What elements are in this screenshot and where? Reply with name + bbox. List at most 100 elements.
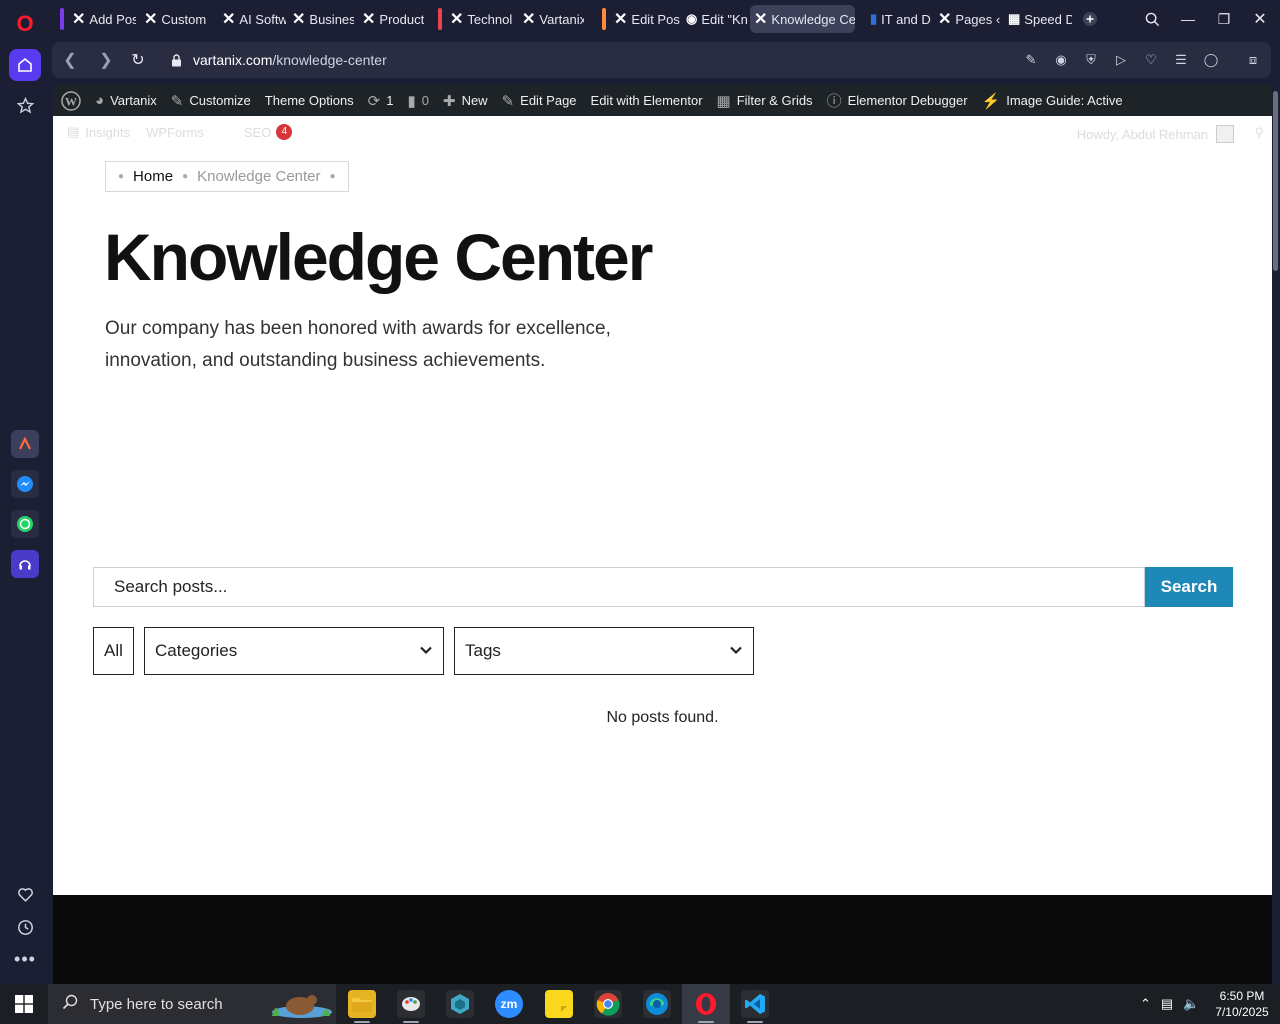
search-button[interactable]: Search xyxy=(1145,567,1233,607)
bolt-icon: ⚡ xyxy=(981,92,1001,110)
tab-vartanix[interactable]: ✕ Vartanix xyxy=(518,5,584,33)
profile-icon[interactable]: ◯ xyxy=(1201,50,1221,70)
back-icon[interactable]: ❮ xyxy=(58,48,82,72)
history-clock-icon[interactable] xyxy=(9,911,41,943)
network-icon[interactable]: ▤ xyxy=(1161,996,1173,1012)
breadcrumb-separator: ● xyxy=(182,171,189,182)
page-title: Knowledge Center xyxy=(104,220,653,294)
chart-icon: ▤ xyxy=(67,124,80,139)
seo-count-badge: 4 xyxy=(276,124,293,140)
tab-favicon-icon: ✕ xyxy=(450,11,464,28)
wp-howdy-account[interactable]: Howdy, Abdul Rehman xyxy=(1077,125,1234,143)
tab-business[interactable]: ✕ Busines xyxy=(288,5,354,33)
wp-image-guide[interactable]: ⚡ Image Guide: Active xyxy=(982,92,1123,110)
lock-icon[interactable] xyxy=(164,48,188,72)
adblock-shield-icon[interactable]: ⛨ xyxy=(1081,50,1101,70)
whatsapp-icon[interactable] xyxy=(11,510,39,538)
edit-page-icon[interactable]: ✎ xyxy=(1021,50,1041,70)
wordpress-logo-icon[interactable]: W xyxy=(61,90,81,111)
aria-app-icon[interactable] xyxy=(11,430,39,458)
flow-send-icon[interactable]: ▷ xyxy=(1111,50,1131,70)
taskbar-clock[interactable]: 6:50 PM 7/10/2025 xyxy=(1212,988,1272,1020)
chrome-icon[interactable] xyxy=(594,990,622,1018)
opera-browser-icon[interactable] xyxy=(692,990,720,1018)
wp-customize[interactable]: ✎ Customize xyxy=(171,92,251,110)
home-icon[interactable] xyxy=(9,49,41,81)
paint-app-icon[interactable] xyxy=(397,990,425,1018)
tray-chevron-up-icon[interactable]: ⌃ xyxy=(1140,996,1151,1012)
edge-icon[interactable] xyxy=(643,990,671,1018)
tab-knowledge-center[interactable]: ✕ Knowledge Ce xyxy=(750,5,855,33)
snapshot-camera-icon[interactable]: ◉ xyxy=(1051,50,1071,70)
zoom-app-icon[interactable]: zm xyxy=(495,990,523,1018)
minimize-icon[interactable]: — xyxy=(1175,6,1201,32)
breadcrumb-current: Knowledge Center xyxy=(197,168,321,185)
wp-wpforms[interactable]: WPForms xyxy=(146,125,204,140)
tab-it-and-d[interactable]: ▮ IT and D xyxy=(866,5,932,33)
tab-technology[interactable]: ✕ Technol xyxy=(446,5,516,33)
restore-icon[interactable]: ❐ xyxy=(1211,6,1237,32)
url-field[interactable]: vartanix.com/knowledge-center xyxy=(193,52,387,68)
running-indicator xyxy=(747,1021,763,1023)
wp-edit-with-elementor[interactable]: Edit with Elementor xyxy=(591,93,703,108)
tab-favicon-icon: ✕ xyxy=(522,11,536,28)
opera-logo-icon[interactable]: O xyxy=(9,8,41,40)
tags-select[interactable]: Tags xyxy=(454,627,754,675)
wp-new[interactable]: ✚ New xyxy=(443,92,488,110)
filter-all-button[interactable]: All xyxy=(93,627,134,675)
easy-setup-icon[interactable]: ☰ xyxy=(1171,50,1191,70)
clock-time: 6:50 PM xyxy=(1219,989,1265,1003)
vm-app-icon[interactable] xyxy=(446,990,474,1018)
tab-search-icon[interactable] xyxy=(1139,6,1165,32)
tab-add-post[interactable]: ✕ Add Pos xyxy=(68,5,136,33)
sticky-notes-icon[interactable] xyxy=(545,990,573,1018)
scrollbar-thumb[interactable] xyxy=(1273,91,1278,271)
tab-favicon-icon: ✕ xyxy=(754,11,768,28)
tab-pages[interactable]: ✕ Pages ‹ xyxy=(934,5,1000,33)
page-scrollbar[interactable] xyxy=(1272,85,1280,984)
pinboard-heart-icon[interactable]: ♡ xyxy=(1141,50,1161,70)
reload-icon[interactable]: ↻ xyxy=(126,48,150,72)
categories-select[interactable]: Categories xyxy=(144,627,444,675)
tab-product[interactable]: ✕ Product xyxy=(358,5,426,33)
tab-edit-post[interactable]: ✕ Edit Pos xyxy=(610,5,680,33)
volume-icon[interactable]: 🔈 xyxy=(1183,996,1199,1012)
wp-comments[interactable]: ▮ 0 xyxy=(407,92,429,110)
tab-custom[interactable]: ✕ Custom xyxy=(140,5,206,33)
wp-seo[interactable]: SEO 4 xyxy=(244,124,293,140)
tab-favicon-icon: ✕ xyxy=(144,11,158,28)
forward-icon[interactable]: ❯ xyxy=(94,48,118,72)
windows-start-icon[interactable] xyxy=(0,984,48,1024)
tab-ai-software[interactable]: ✕ AI Softw xyxy=(218,5,286,33)
music-player-icon[interactable] xyxy=(11,550,39,578)
file-explorer-icon[interactable] xyxy=(348,990,376,1018)
close-window-icon[interactable]: ✕ xyxy=(1247,6,1273,32)
plus-icon: ✚ xyxy=(442,92,456,110)
tab-group-accent xyxy=(60,8,64,30)
heart-icon[interactable] xyxy=(9,878,41,910)
wp-theme-options[interactable]: Theme Options xyxy=(265,93,354,108)
wp-site-name[interactable]: ◕ Vartanix xyxy=(95,92,157,109)
tab-edit-knowledge[interactable]: ◉ Edit "Kn xyxy=(682,5,748,33)
wp-updates[interactable]: ⟳ 1 xyxy=(368,92,394,110)
messenger-icon[interactable] xyxy=(11,470,39,498)
wp-filter-grids[interactable]: ▦ Filter & Grids xyxy=(717,92,813,110)
new-tab-plus-icon[interactable] xyxy=(1077,6,1103,32)
wp-elementor-debugger[interactable]: ⓘ Elementor Debugger xyxy=(827,90,968,111)
tab-favicon-icon: ✕ xyxy=(614,11,628,28)
bookmarks-star-icon[interactable] xyxy=(9,89,41,121)
system-tray: ⌃ ▤ 🔈 xyxy=(1140,984,1209,1024)
more-options-icon[interactable]: ••• xyxy=(9,943,41,975)
wp-insights[interactable]: ▤ Insights xyxy=(67,124,130,140)
vscode-icon[interactable] xyxy=(741,990,769,1018)
extensions-cube-icon[interactable]: ⧈ xyxy=(1243,50,1263,70)
pencil-icon: ✎ xyxy=(501,92,515,110)
wp-search-icon[interactable]: ⚲ xyxy=(1254,125,1264,141)
taskbar-search-box[interactable]: Type here to search xyxy=(48,984,336,1024)
tab-speed[interactable]: ▦ Speed D xyxy=(1004,5,1072,33)
search-input[interactable] xyxy=(93,567,1145,607)
wp-edit-page[interactable]: ✎ Edit Page xyxy=(502,92,577,110)
breadcrumb-home-link[interactable]: Home xyxy=(133,168,173,185)
breadcrumb: ● Home ● Knowledge Center ● xyxy=(105,161,349,192)
address-bar: ❮ ❯ ↻ vartanix.com/knowledge-center ✎ ◉ … xyxy=(52,42,1271,78)
